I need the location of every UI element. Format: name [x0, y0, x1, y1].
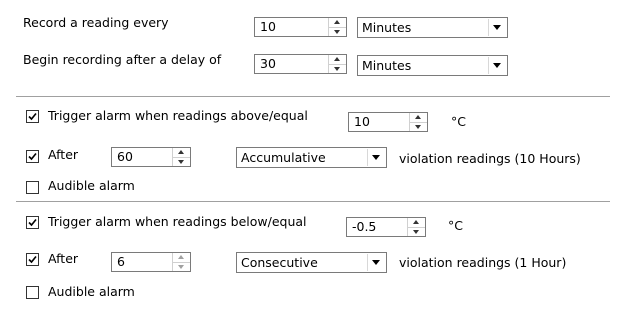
high-threshold-spin-buttons[interactable]: [409, 113, 427, 131]
chevron-down-icon: [372, 260, 380, 265]
low-threshold-value: -0.5: [352, 219, 377, 234]
record-interval-unit-select[interactable]: Minutes: [357, 17, 508, 38]
high-audible-checkbox[interactable]: [26, 181, 39, 194]
high-after-checkbox[interactable]: [26, 150, 39, 163]
spin-up-button[interactable]: [173, 148, 190, 157]
low-after-checkbox[interactable]: [26, 253, 39, 266]
high-alarm-checkbox[interactable]: [26, 110, 39, 123]
delay-spinner[interactable]: 30: [254, 54, 347, 74]
low-alarm-checkbox[interactable]: [26, 216, 39, 229]
low-audible-label: Audible alarm: [48, 284, 135, 299]
spin-down-icon: [334, 67, 340, 71]
delay-unit-value: Minutes: [362, 58, 412, 73]
spin-up-icon: [413, 220, 419, 224]
spin-up-icon: [334, 20, 340, 24]
spin-down-button[interactable]: [173, 262, 190, 271]
spin-down-icon: [413, 230, 419, 234]
high-after-spinner[interactable]: 60: [111, 147, 191, 167]
spin-up-button[interactable]: [410, 113, 427, 122]
low-threshold-unit: °C: [448, 218, 463, 233]
spin-down-button[interactable]: [408, 227, 425, 236]
checkmark-icon: [28, 218, 37, 227]
low-threshold-spinner[interactable]: -0.5: [346, 217, 426, 237]
high-threshold-spinner[interactable]: 10: [348, 112, 428, 132]
checkmark-icon: [28, 255, 37, 264]
delay-spin-buttons[interactable]: [328, 55, 346, 73]
high-after-label: After: [48, 147, 79, 162]
dropdown-arrow-button[interactable]: [367, 254, 385, 271]
chevron-down-icon: [493, 63, 501, 68]
high-mode-select[interactable]: Accumulative: [236, 147, 387, 168]
high-threshold-value: 10: [354, 114, 370, 129]
spin-down-button[interactable]: [410, 122, 427, 131]
high-threshold-unit: °C: [451, 114, 466, 129]
record-interval-spinner[interactable]: 10: [254, 17, 347, 37]
spin-up-button[interactable]: [329, 18, 346, 27]
spin-down-button[interactable]: [173, 157, 190, 166]
checkmark-icon: [28, 112, 37, 121]
low-threshold-spin-buttons[interactable]: [407, 218, 425, 236]
spin-up-button[interactable]: [329, 55, 346, 64]
chevron-down-icon: [493, 25, 501, 30]
record-interval-spin-buttons[interactable]: [328, 18, 346, 36]
high-mode-value: Accumulative: [241, 150, 326, 165]
record-interval-unit-value: Minutes: [362, 20, 412, 35]
logger-settings-panel: Record a reading every 10 Minutes Begin …: [0, 0, 619, 315]
high-violation-text: violation readings (10 Hours): [399, 151, 581, 166]
separator: [16, 201, 610, 203]
low-after-spinner[interactable]: 6: [111, 252, 191, 272]
spin-down-icon: [334, 30, 340, 34]
low-after-value: 6: [117, 254, 125, 269]
spin-up-icon: [178, 255, 184, 259]
spin-up-button[interactable]: [173, 253, 190, 262]
low-audible-checkbox[interactable]: [26, 286, 39, 299]
record-interval-label: Record a reading every: [23, 15, 169, 30]
spin-down-button[interactable]: [329, 64, 346, 73]
low-after-spin-buttons[interactable]: [172, 253, 190, 271]
high-audible-label: Audible alarm: [48, 178, 135, 193]
delay-label: Begin recording after a delay of: [23, 52, 222, 67]
spin-down-icon: [178, 160, 184, 164]
low-violation-text: violation readings (1 Hour): [399, 255, 567, 270]
dropdown-arrow-button[interactable]: [367, 149, 385, 166]
low-alarm-label: Trigger alarm when readings below/equal: [48, 214, 307, 229]
dropdown-arrow-button[interactable]: [488, 19, 506, 36]
chevron-down-icon: [372, 155, 380, 160]
dropdown-arrow-button[interactable]: [488, 57, 506, 74]
checkmark-icon: [28, 152, 37, 161]
spin-up-icon: [178, 150, 184, 154]
high-alarm-label: Trigger alarm when readings above/equal: [48, 108, 308, 123]
record-interval-value: 10: [260, 19, 276, 34]
low-mode-value: Consecutive: [241, 255, 318, 270]
spin-down-icon: [178, 265, 184, 269]
spin-up-icon: [334, 57, 340, 61]
high-after-value: 60: [117, 149, 133, 164]
low-after-label: After: [48, 251, 79, 266]
spin-down-button[interactable]: [329, 27, 346, 36]
high-after-spin-buttons[interactable]: [172, 148, 190, 166]
delay-unit-select[interactable]: Minutes: [357, 55, 508, 76]
low-mode-select[interactable]: Consecutive: [236, 252, 387, 273]
spin-up-button[interactable]: [408, 218, 425, 227]
separator: [16, 96, 610, 98]
spin-down-icon: [415, 125, 421, 129]
delay-value: 30: [260, 56, 276, 71]
spin-up-icon: [415, 115, 421, 119]
